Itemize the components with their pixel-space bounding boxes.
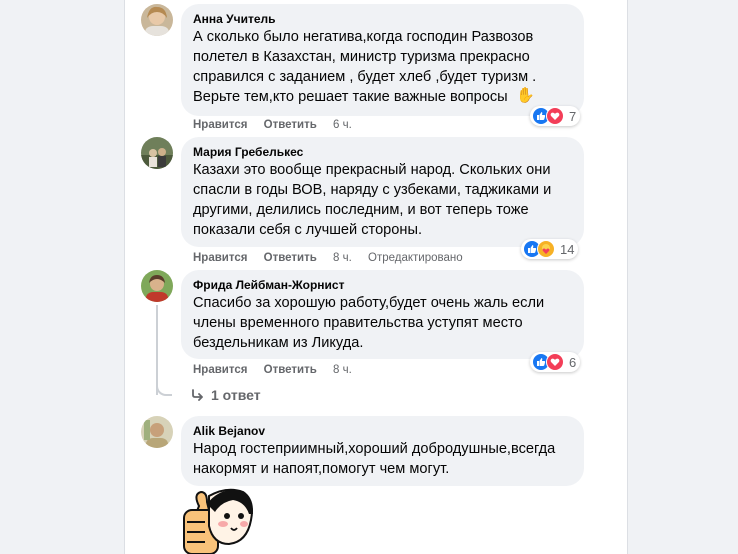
avatar[interactable] [141,416,173,448]
comment-actions: Нравится Ответить 8 ч. [193,364,365,376]
comment-bubble: Мария Гребелькес Казахи это вообще прекр… [181,137,584,247]
reaction-summary[interactable]: 7 [530,106,581,126]
comment-actions: Нравится Ответить 8 ч. Отредактировано [193,252,476,264]
clapping-hands-emoji-icon: ✋ [516,87,535,104]
comment-author[interactable]: Фрида Лейбман-Жорнист [193,277,572,293]
reply-button[interactable]: Ответить [264,119,317,131]
reaction-count: 6 [569,354,577,370]
reply-button[interactable]: Ответить [264,364,317,376]
reaction-count: 7 [569,108,577,124]
reaction-summary[interactable]: 6 [530,352,581,372]
comment-bubble: Фрида Лейбман-Жорнист Спасибо за хорошую… [181,270,584,359]
care-icon [537,240,555,258]
timestamp[interactable]: 6 ч. [333,119,352,131]
reaction-summary[interactable]: 14 [521,239,579,259]
comment-author[interactable]: Анна Учитель [193,11,572,27]
love-icon [546,353,564,371]
comment-text: Казахи это вообще прекрасный народ. Скол… [193,162,552,238]
comments-panel: Анна Учитель А сколько было негатива,ког… [124,0,628,554]
comment-text: Народ гостеприимный,хороший добродушные,… [193,441,556,477]
avatar[interactable] [141,4,173,36]
edited-label: Отредактировано [368,252,463,264]
reply-arrow-icon [192,389,203,401]
thumbs-up-sticker [181,486,261,554]
comment-author[interactable]: Alik Bejanov [193,423,572,439]
like-button[interactable]: Нравится [193,364,247,376]
avatar[interactable] [141,270,173,302]
comment-author[interactable]: Мария Гребелькес [193,144,572,160]
reaction-count: 14 [560,241,575,257]
reply-button[interactable]: Ответить [264,252,317,264]
replies-count-label[interactable]: 1 ответ [211,387,261,403]
timestamp[interactable]: 8 ч. [333,252,352,264]
comment-bubble: Alik Bejanov Народ гостеприимный,хороший… [181,416,584,486]
view-replies-button[interactable]: 1 ответ [191,387,261,403]
love-icon [546,107,564,125]
comment-text: Спасибо за хорошую работу,будет очень жа… [193,295,545,351]
timestamp[interactable]: 8 ч. [333,364,352,376]
like-button[interactable]: Нравится [193,252,247,264]
avatar[interactable] [141,137,173,169]
like-button[interactable]: Нравится [193,119,247,131]
comment-actions: Нравится Ответить 6 ч. [193,119,365,131]
thread-connector [156,380,172,396]
